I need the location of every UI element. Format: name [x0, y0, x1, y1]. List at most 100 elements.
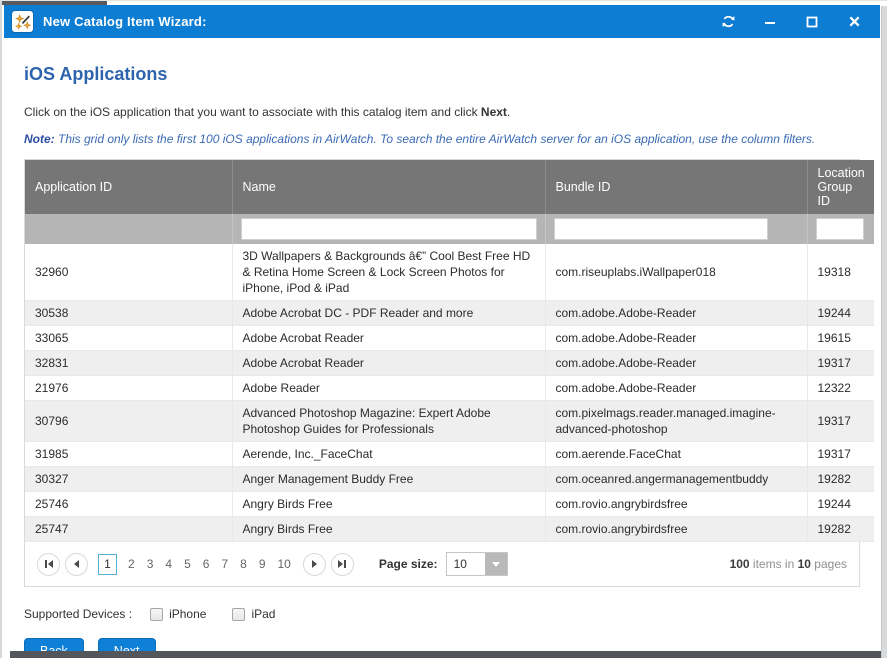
table-row[interactable]: 31985 Aerende, Inc._FaceChat com.aerende…	[25, 442, 874, 467]
pager-status: 100 items in 10 pages	[730, 557, 847, 571]
table-row[interactable]: 25747 Angry Birds Free com.rovio.angrybi…	[25, 517, 874, 542]
wizard-window: New Catalog Item Wizard:	[0, 0, 887, 658]
cell-location-group-id: 19317	[807, 401, 874, 442]
cell-bundle-id: com.adobe.Adobe-Reader	[545, 351, 807, 376]
title-bar: New Catalog Item Wizard:	[4, 5, 880, 38]
cell-location-group-id: 19317	[807, 351, 874, 376]
table-row[interactable]: 30538 Adobe Acrobat DC - PDF Reader and …	[25, 301, 874, 326]
cell-bundle-id: com.rovio.angrybirdsfree	[545, 517, 807, 542]
table-row[interactable]: 21976 Adobe Reader com.adobe.Adobe-Reade…	[25, 376, 874, 401]
cell-bundle-id: com.rovio.angrybirdsfree	[545, 492, 807, 517]
pages-text: pages	[811, 557, 847, 571]
column-header-location-group-id[interactable]: Location Group ID	[807, 160, 874, 214]
page-link-5[interactable]: 5	[184, 557, 191, 571]
last-page-icon[interactable]	[331, 553, 354, 576]
cell-application-id: 21976	[25, 376, 232, 401]
ipad-checkbox-label: iPad	[251, 607, 275, 621]
cell-application-id: 33065	[25, 326, 232, 351]
cell-location-group-id: 19282	[807, 517, 874, 542]
cell-application-id: 32831	[25, 351, 232, 376]
cell-name: Anger Management Buddy Free	[232, 467, 545, 492]
cell-name: Adobe Reader	[232, 376, 545, 401]
table-row[interactable]: 30327 Anger Management Buddy Free com.oc…	[25, 467, 874, 492]
maximize-icon[interactable]	[802, 12, 822, 32]
cell-location-group-id: 19318	[807, 244, 874, 301]
cell-bundle-id: com.adobe.Adobe-Reader	[545, 326, 807, 351]
table-row[interactable]: 25746 Angry Birds Free com.rovio.angrybi…	[25, 492, 874, 517]
cell-name: Angry Birds Free	[232, 492, 545, 517]
page-title: iOS Applications	[24, 64, 860, 85]
checkbox-icon[interactable]	[232, 608, 245, 621]
cell-name: Angry Birds Free	[232, 517, 545, 542]
cell-name: 3D Wallpapers & Backgrounds â€” Cool Bes…	[232, 244, 545, 301]
items-text: items in	[750, 557, 798, 571]
cell-name: Advanced Photoshop Magazine: Expert Adob…	[232, 401, 545, 442]
window-title: New Catalog Item Wizard:	[43, 14, 207, 29]
page-link-3[interactable]: 3	[147, 557, 154, 571]
close-icon[interactable]	[844, 12, 864, 32]
first-page-icon[interactable]	[37, 553, 60, 576]
page-link-6[interactable]: 6	[203, 557, 210, 571]
wizard-content: iOS Applications Click on the iOS applic…	[4, 38, 880, 650]
table-row[interactable]: 33065 Adobe Acrobat Reader com.adobe.Ado…	[25, 326, 874, 351]
page-link-8[interactable]: 8	[240, 557, 247, 571]
bundle-id-filter-input[interactable]	[554, 218, 768, 240]
ipad-checkbox-option[interactable]: iPad	[232, 607, 275, 621]
column-header-application-id[interactable]: Application ID	[25, 160, 232, 214]
cell-bundle-id: com.oceanred.angermanagementbuddy	[545, 467, 807, 492]
cell-name: Aerende, Inc._FaceChat	[232, 442, 545, 467]
filter-cell-location-group-id	[807, 214, 874, 244]
location-group-id-filter-input[interactable]	[816, 218, 864, 240]
iphone-checkbox-option[interactable]: iPhone	[150, 607, 206, 621]
table-row[interactable]: 30796 Advanced Photoshop Magazine: Exper…	[25, 401, 874, 442]
page-link-7[interactable]: 7	[221, 557, 228, 571]
next-page-icon[interactable]	[303, 553, 326, 576]
current-page-indicator[interactable]: 1	[98, 554, 117, 575]
chevron-down-icon[interactable]	[485, 553, 507, 575]
page-size-value: 10	[447, 553, 485, 575]
cell-bundle-id: com.pixelmags.reader.managed.imagine-adv…	[545, 401, 807, 442]
cell-name: Adobe Acrobat DC - PDF Reader and more	[232, 301, 545, 326]
instruction-suffix: .	[507, 105, 510, 119]
page-link-9[interactable]: 9	[259, 557, 266, 571]
page-link-10[interactable]: 10	[278, 557, 291, 571]
filter-cell-name	[232, 214, 545, 244]
cell-bundle-id: com.adobe.Adobe-Reader	[545, 301, 807, 326]
cell-bundle-id: com.riseuplabs.iWallpaper018	[545, 244, 807, 301]
checkbox-icon[interactable]	[150, 608, 163, 621]
iphone-checkbox-label: iPhone	[169, 607, 206, 621]
cell-application-id: 25746	[25, 492, 232, 517]
cell-application-id: 30327	[25, 467, 232, 492]
cell-location-group-id: 19244	[807, 301, 874, 326]
refresh-icon[interactable]	[718, 12, 738, 32]
cell-name: Adobe Acrobat Reader	[232, 351, 545, 376]
column-header-name[interactable]: Name	[232, 160, 545, 214]
table-row[interactable]: 32831 Adobe Acrobat Reader com.adobe.Ado…	[25, 351, 874, 376]
cell-application-id: 30538	[25, 301, 232, 326]
minimize-icon[interactable]	[760, 12, 780, 32]
table-row[interactable]: 32960 3D Wallpapers & Backgrounds â€” Co…	[25, 244, 874, 301]
column-header-bundle-id[interactable]: Bundle ID	[545, 160, 807, 214]
filter-cell-application-id	[25, 214, 232, 244]
grid-filter-row	[25, 214, 874, 244]
name-filter-input[interactable]	[241, 218, 537, 240]
window-controls	[718, 12, 864, 32]
cell-location-group-id: 19282	[807, 467, 874, 492]
note-label: Note:	[24, 132, 55, 146]
page-size-select[interactable]: 10	[446, 552, 508, 576]
applications-grid: Application ID Name Bundle ID Location G…	[24, 159, 860, 587]
cell-location-group-id: 19317	[807, 442, 874, 467]
supported-devices-row: Supported Devices : iPhone iPad	[24, 607, 860, 621]
page-link-2[interactable]: 2	[128, 557, 135, 571]
page-link-4[interactable]: 4	[165, 557, 172, 571]
supported-devices-label: Supported Devices :	[24, 607, 132, 621]
cell-application-id: 25747	[25, 517, 232, 542]
window-bottom-shadow	[10, 651, 881, 658]
instruction-prefix: Click on the iOS application that you wa…	[24, 105, 481, 119]
cell-location-group-id: 19615	[807, 326, 874, 351]
previous-page-icon[interactable]	[65, 553, 88, 576]
page-size-label: Page size:	[379, 557, 438, 571]
grid-header-row: Application ID Name Bundle ID Location G…	[25, 160, 874, 214]
cell-bundle-id: com.aerende.FaceChat	[545, 442, 807, 467]
instruction-next-emphasis: Next	[481, 105, 507, 119]
